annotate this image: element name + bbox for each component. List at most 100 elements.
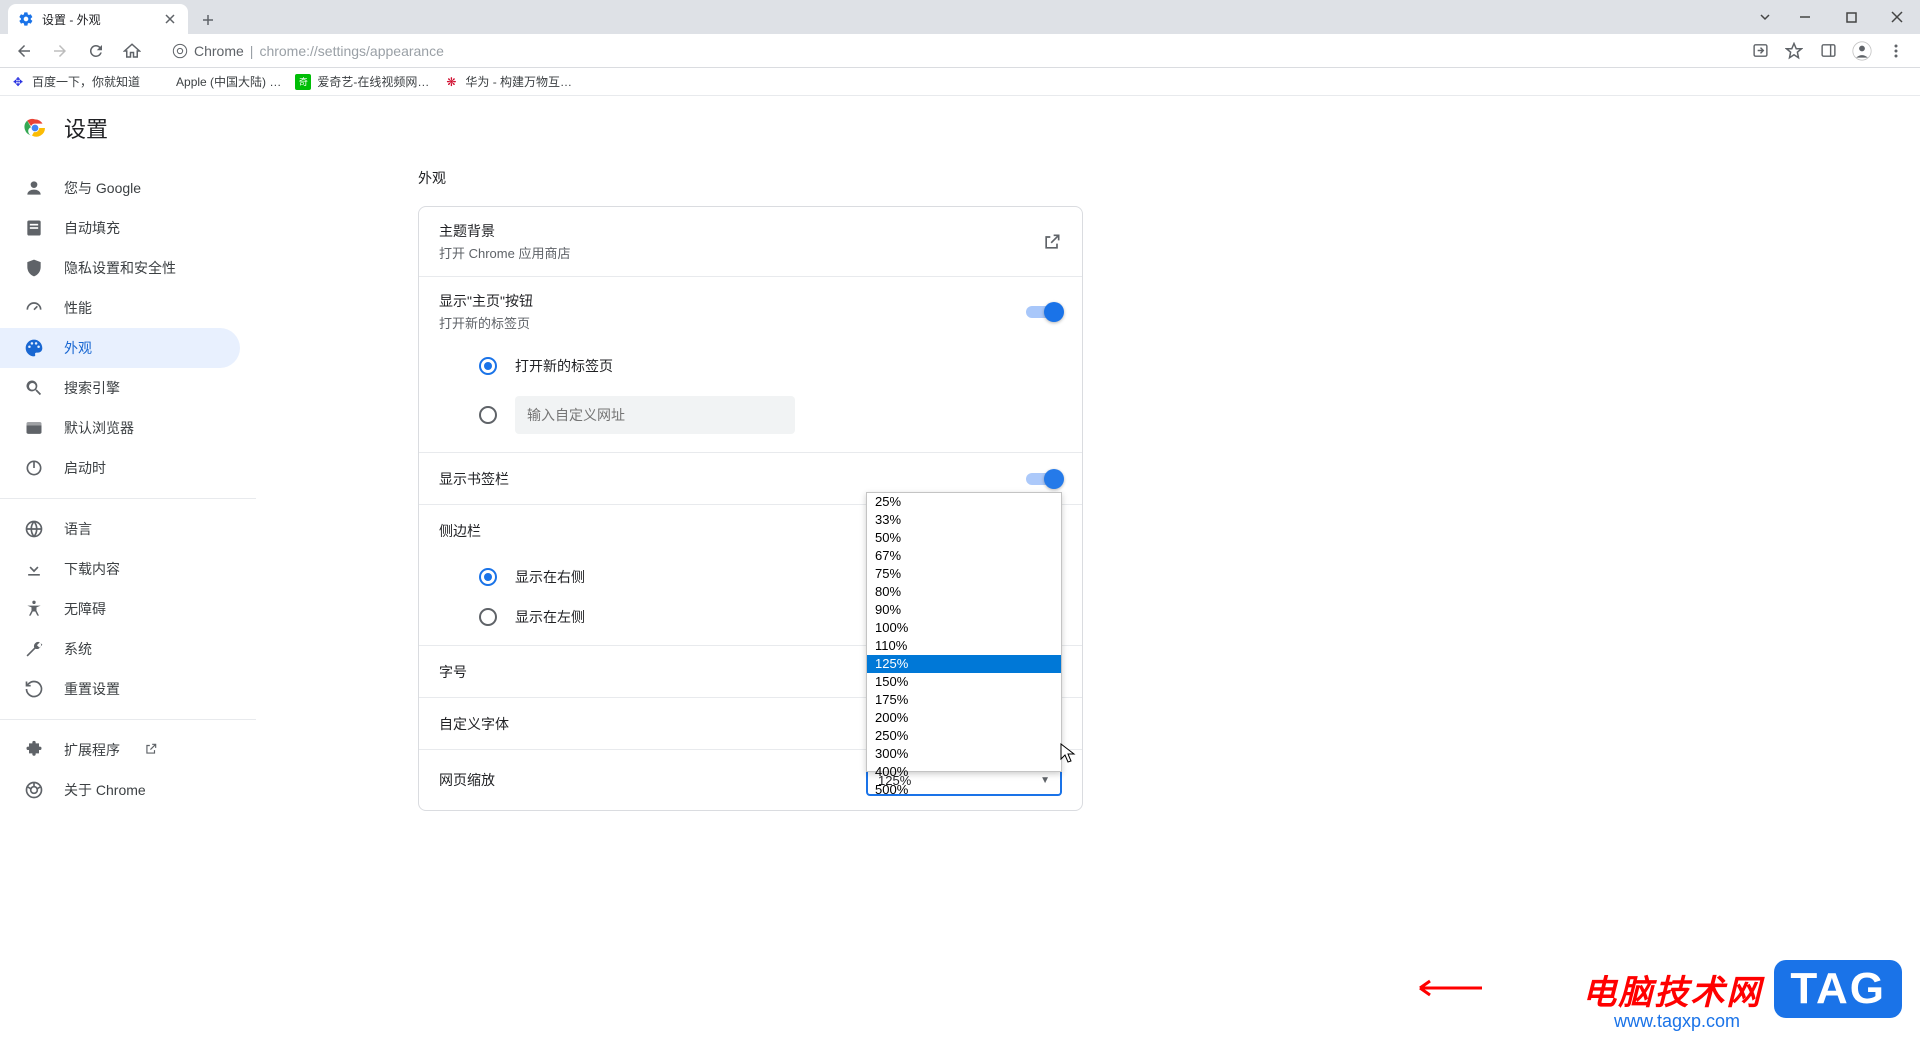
new-tab-button[interactable]	[194, 6, 222, 34]
zoom-option[interactable]: 400%	[867, 763, 1061, 781]
radio-row-custom[interactable]	[419, 386, 1082, 453]
toggle-bookmarks-bar[interactable]	[1026, 469, 1062, 489]
sidebar-item-extensions[interactable]: 扩展程序	[0, 730, 240, 770]
close-window-button[interactable]	[1874, 2, 1920, 32]
watermark-text: 电脑技术网	[1582, 965, 1762, 1014]
toolbar-right	[1744, 35, 1912, 67]
sidebar-item-appearance[interactable]: 外观	[0, 328, 240, 368]
zoom-option[interactable]: 75%	[867, 565, 1061, 583]
radio-left[interactable]	[479, 608, 497, 626]
bookmark-label: 爱奇艺-在线视频网…	[317, 73, 429, 90]
zoom-option[interactable]: 250%	[867, 727, 1061, 745]
autofill-icon	[24, 218, 44, 238]
sidebar-item-performance[interactable]: 性能	[0, 288, 240, 328]
radio-label: 显示在左侧	[515, 607, 585, 627]
zoom-option[interactable]: 67%	[867, 547, 1061, 565]
addr-url: chrome://settings/appearance	[259, 43, 443, 59]
zoom-option[interactable]: 50%	[867, 529, 1061, 547]
zoom-option[interactable]: 200%	[867, 709, 1061, 727]
sidebar-item-search-engine[interactable]: 搜索引擎	[0, 368, 240, 408]
shield-icon	[24, 258, 44, 278]
chrome-icon	[172, 43, 188, 59]
sidebar-item-autofill[interactable]: 自动填充	[0, 208, 240, 248]
toggle-show-home[interactable]	[1026, 302, 1062, 322]
zoom-option[interactable]: 300%	[867, 745, 1061, 763]
bookmark-item[interactable]: 奇爱奇艺-在线视频网…	[295, 73, 429, 90]
sidebar-item-startup[interactable]: 启动时	[0, 448, 240, 488]
zoom-option[interactable]: 150%	[867, 673, 1061, 691]
share-icon[interactable]	[1744, 35, 1776, 67]
radio-row-newtab[interactable]: 打开新的标签页	[419, 346, 1082, 386]
sidebar-label: 外观	[64, 338, 92, 358]
browser-tab-active[interactable]: 设置 - 外观	[8, 4, 188, 34]
address-bar[interactable]: Chrome | chrome://settings/appearance	[160, 37, 1724, 65]
bookmark-item[interactable]: ✥百度一下，你就知道	[10, 73, 140, 90]
bookmark-label: 华为 - 构建万物互…	[465, 73, 572, 90]
sidebar-item-system[interactable]: 系统	[0, 629, 240, 669]
section-title: 外观	[418, 168, 1920, 188]
annotation-arrow	[1412, 978, 1482, 998]
external-link-icon	[144, 742, 160, 758]
row-page-zoom: 网页缩放 125% ▼ 25%33%50%67%75%80%90%100%110…	[419, 750, 1082, 810]
custom-url-input[interactable]	[515, 396, 795, 434]
sidebar-label: 重置设置	[64, 679, 120, 699]
person-icon	[24, 178, 44, 198]
chevron-down-icon[interactable]	[1748, 2, 1782, 32]
zoom-option[interactable]: 25%	[867, 493, 1061, 511]
reload-button[interactable]	[80, 35, 112, 67]
bookmark-item[interactable]: ❋华为 - 构建万物互…	[443, 73, 572, 90]
page-title: 设置	[64, 112, 108, 144]
radio-custom-url[interactable]	[479, 406, 497, 424]
addr-separator: |	[250, 43, 254, 59]
sidebar-label: 性能	[64, 298, 92, 318]
row-title: 显示"主页"按钮	[439, 291, 1026, 311]
row-show-home: 显示"主页"按钮 打开新的标签页	[419, 277, 1082, 346]
forward-button[interactable]	[44, 35, 76, 67]
sidebar-divider	[0, 498, 256, 499]
profile-icon[interactable]	[1846, 35, 1878, 67]
row-theme[interactable]: 主题背景 打开 Chrome 应用商店	[419, 207, 1082, 277]
settings-main: 外观 主题背景 打开 Chrome 应用商店 显示"主页"按钮 打开新的标签页	[256, 96, 1920, 1038]
sidebar-item-default-browser[interactable]: 默认浏览器	[0, 408, 240, 448]
globe-icon	[24, 519, 44, 539]
minimize-button[interactable]	[1782, 2, 1828, 32]
row-subtitle: 打开新的标签页	[439, 313, 1026, 332]
zoom-option[interactable]: 33%	[867, 511, 1061, 529]
zoom-dropdown[interactable]: 25%33%50%67%75%80%90%100%110%125%150%175…	[866, 492, 1062, 772]
sidebar-item-you-and-google[interactable]: 您与 Google	[0, 168, 240, 208]
radio-label: 打开新的标签页	[515, 356, 613, 376]
sidebar-item-about[interactable]: 关于 Chrome	[0, 770, 240, 810]
close-icon[interactable]	[162, 11, 178, 27]
sidebar-item-privacy[interactable]: 隐私设置和安全性	[0, 248, 240, 288]
sidebar-item-languages[interactable]: 语言	[0, 509, 240, 549]
sidebar-label: 关于 Chrome	[64, 780, 146, 800]
zoom-option[interactable]: 500%	[867, 781, 1061, 799]
sidepanel-icon[interactable]	[1812, 35, 1844, 67]
zoom-option[interactable]: 80%	[867, 583, 1061, 601]
menu-icon[interactable]	[1880, 35, 1912, 67]
radio-newtab[interactable]	[479, 357, 497, 375]
zoom-option[interactable]: 175%	[867, 691, 1061, 709]
home-button[interactable]	[116, 35, 148, 67]
radio-right[interactable]	[479, 568, 497, 586]
external-link-icon[interactable]	[1042, 232, 1062, 252]
sidebar-label: 扩展程序	[64, 740, 120, 760]
sidebar-label: 隐私设置和安全性	[64, 258, 176, 278]
sidebar-item-downloads[interactable]: 下载内容	[0, 549, 240, 589]
back-button[interactable]	[8, 35, 40, 67]
zoom-option[interactable]: 125%	[867, 655, 1061, 673]
sidebar-item-reset[interactable]: 重置设置	[0, 669, 240, 709]
maximize-button[interactable]	[1828, 2, 1874, 32]
zoom-option[interactable]: 110%	[867, 637, 1061, 655]
bookmarks-bar: ✥百度一下，你就知道 Apple (中国大陆) … 奇爱奇艺-在线视频网… ❋华…	[0, 68, 1920, 96]
star-icon[interactable]	[1778, 35, 1810, 67]
watermark-tag: TAG	[1774, 960, 1902, 1018]
accessibility-icon	[24, 599, 44, 619]
sidebar-item-accessibility[interactable]: 无障碍	[0, 589, 240, 629]
appearance-card: 主题背景 打开 Chrome 应用商店 显示"主页"按钮 打开新的标签页	[418, 206, 1083, 811]
zoom-option[interactable]: 100%	[867, 619, 1061, 637]
bookmark-item[interactable]: Apple (中国大陆) …	[154, 73, 281, 90]
zoom-option[interactable]: 90%	[867, 601, 1061, 619]
sidebar-label: 默认浏览器	[64, 418, 134, 438]
chrome-outline-icon	[24, 780, 44, 800]
